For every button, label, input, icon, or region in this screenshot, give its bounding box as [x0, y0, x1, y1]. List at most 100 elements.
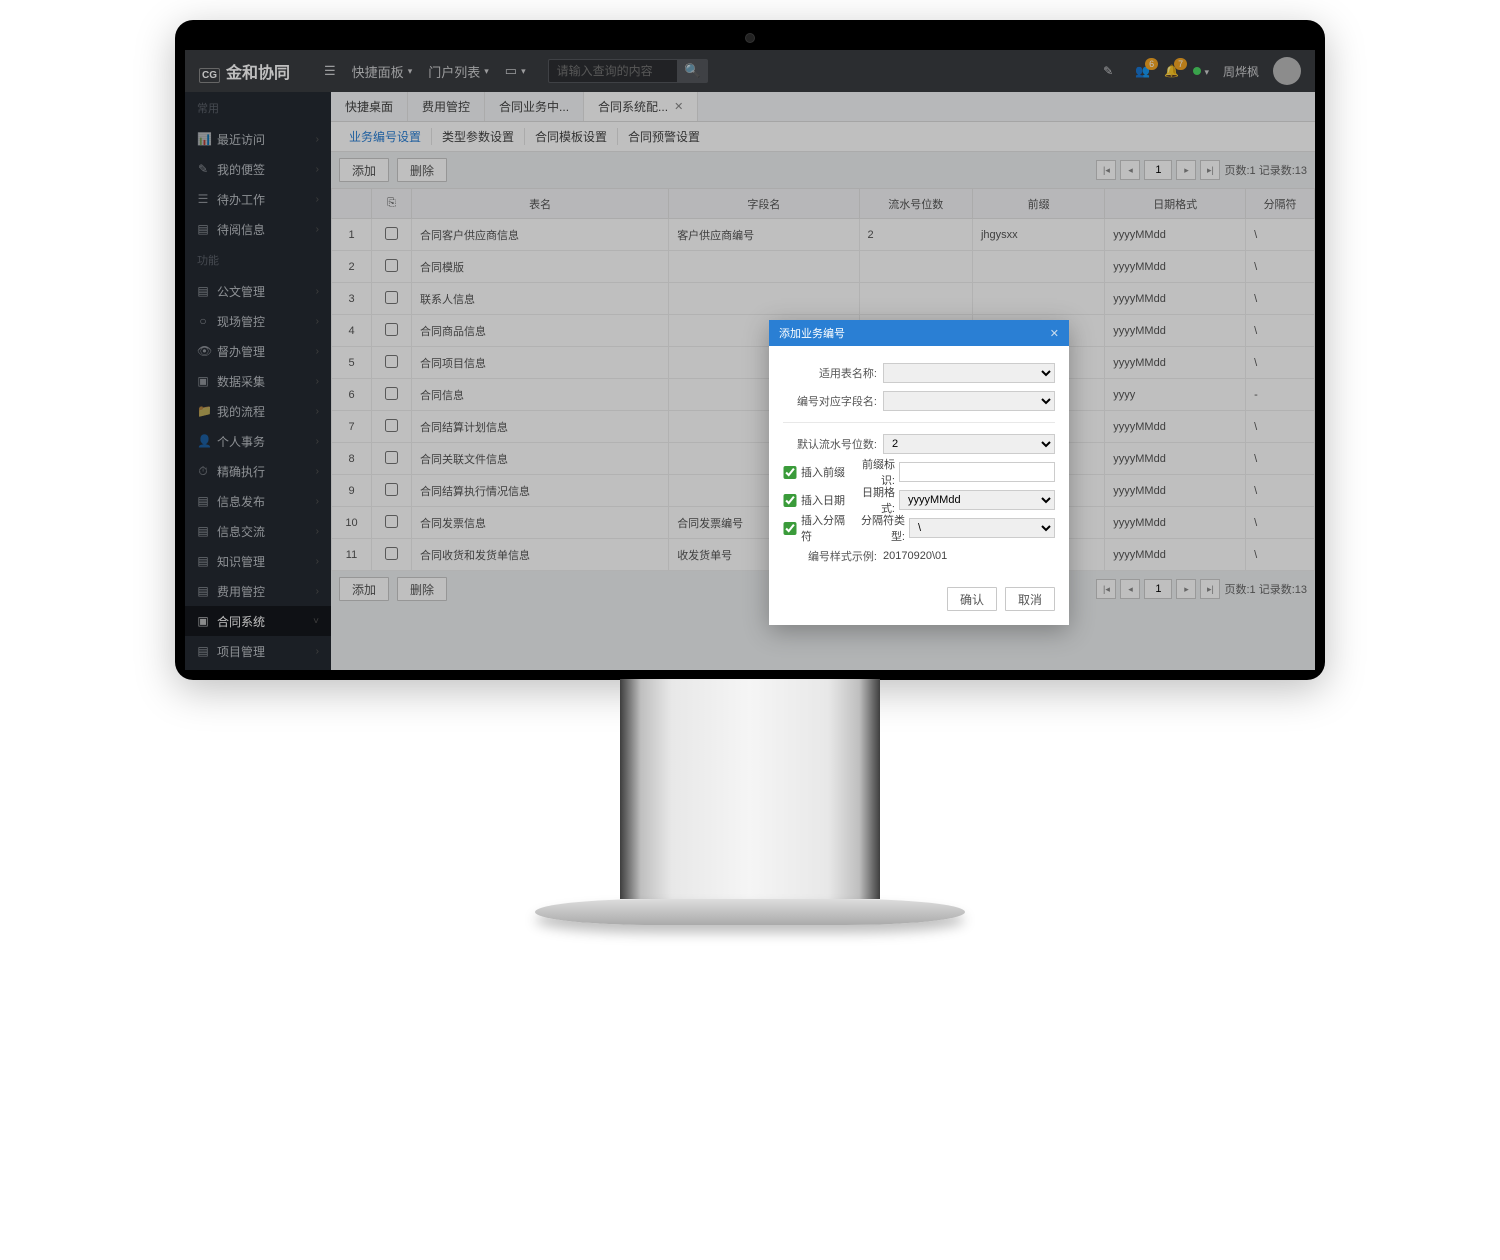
- sidebar-item-费用管控[interactable]: ▤费用管控›: [185, 576, 331, 606]
- table-row: 1 合同客户供应商信息 客户供应商编号 2 jhgysxx yyyyMMdd \: [332, 219, 1315, 251]
- search-button[interactable]: 🔍: [678, 59, 708, 83]
- sidebar-item-最近访问[interactable]: 📊最近访问›: [185, 124, 331, 154]
- cell-separator: \: [1246, 411, 1315, 443]
- quick-panel-menu[interactable]: 快捷面板▾: [352, 62, 413, 81]
- tab-快捷桌面[interactable]: 快捷桌面: [331, 92, 408, 121]
- page-next-b[interactable]: ▸: [1176, 579, 1196, 599]
- status-indicator[interactable]: ▾: [1193, 64, 1209, 78]
- page-next[interactable]: ▸: [1176, 160, 1196, 180]
- dialog-ok-button[interactable]: 确认: [947, 587, 997, 611]
- field-name-select[interactable]: [883, 391, 1055, 411]
- sidebar-item-合同系统[interactable]: ▣合同系统˅: [185, 606, 331, 636]
- subtab-业务编号设置[interactable]: 业务编号设置: [339, 128, 432, 145]
- row-checkbox[interactable]: [385, 323, 398, 336]
- row-checkbox[interactable]: [385, 483, 398, 496]
- close-icon[interactable]: ✕: [674, 100, 683, 113]
- top-tabs: 快捷桌面费用管控合同业务中... 合同系统配...✕: [331, 92, 1315, 122]
- cell-separator: \: [1246, 347, 1315, 379]
- separator-select[interactable]: \: [909, 518, 1055, 538]
- menu-toggle-icon[interactable]: ☰: [324, 63, 336, 79]
- avatar[interactable]: [1273, 57, 1301, 85]
- page-last-b[interactable]: ▸|: [1200, 579, 1220, 599]
- cell-separator: \: [1246, 315, 1315, 347]
- digits-select[interactable]: 2: [883, 434, 1055, 454]
- sidebar-item-label: 公文管理: [217, 283, 265, 300]
- dialog-cancel-button[interactable]: 取消: [1005, 587, 1055, 611]
- contacts-icon[interactable]: 👥6: [1135, 64, 1150, 78]
- cell-separator: \: [1246, 475, 1315, 507]
- row-checkbox[interactable]: [385, 355, 398, 368]
- subtab-合同预警设置[interactable]: 合同预警设置: [618, 128, 710, 145]
- username-label[interactable]: 周烨枫: [1223, 63, 1259, 80]
- row-checkbox[interactable]: [385, 547, 398, 560]
- insert-prefix-checkbox[interactable]: [783, 466, 797, 479]
- sidebar-item-信息发布[interactable]: ▤信息发布›: [185, 486, 331, 516]
- sidebar-item-label: 信息发布: [217, 493, 265, 510]
- cell-separator: \: [1246, 219, 1315, 251]
- sidebar-item-知识管理[interactable]: ▤知识管理›: [185, 546, 331, 576]
- sidebar-item-项目管理[interactable]: ▤项目管理›: [185, 636, 331, 666]
- tab-合同业务中...[interactable]: 合同业务中...: [485, 92, 584, 121]
- sidebar-item-公文管理[interactable]: ▤公文管理›: [185, 276, 331, 306]
- insert-separator-checkbox[interactable]: [783, 522, 797, 535]
- delete-button-bottom[interactable]: 删除: [397, 577, 447, 601]
- page-first[interactable]: |◂: [1096, 160, 1116, 180]
- row-checkbox[interactable]: [385, 451, 398, 464]
- notifications-icon[interactable]: 🔔7: [1164, 64, 1179, 78]
- prefix-input[interactable]: [899, 462, 1055, 482]
- row-checkbox[interactable]: [385, 387, 398, 400]
- sidebar-item-精确执行[interactable]: ⏱精确执行›: [185, 456, 331, 486]
- tab-label: 合同业务中...: [499, 98, 569, 115]
- delete-button[interactable]: 删除: [397, 158, 447, 182]
- search-input[interactable]: [548, 59, 678, 83]
- subtab-类型参数设置[interactable]: 类型参数设置: [432, 128, 525, 145]
- tab-label: 快捷桌面: [345, 98, 393, 115]
- display-menu[interactable]: ▭▾: [505, 63, 526, 79]
- cell-digits: [859, 251, 972, 283]
- sidebar-item-信息交流[interactable]: ▤信息交流›: [185, 516, 331, 546]
- sidebar-item-我的便签[interactable]: ✎我的便签›: [185, 154, 331, 184]
- sidebar-item-label: 待办工作: [217, 191, 265, 208]
- row-checkbox[interactable]: [385, 227, 398, 240]
- page-prev-b[interactable]: ◂: [1120, 579, 1140, 599]
- sidebar-item-label: 项目管理: [217, 643, 265, 660]
- cell-name: 合同商品信息: [412, 315, 669, 347]
- table-name-select[interactable]: [883, 363, 1055, 383]
- date-format-select[interactable]: yyyyMMdd: [899, 490, 1055, 510]
- row-checkbox[interactable]: [385, 259, 398, 272]
- sidebar-item-个人事务[interactable]: 👤个人事务›: [185, 426, 331, 456]
- sidebar-item-label: 最近访问: [217, 131, 265, 148]
- sidebar-item-现场管控[interactable]: ○现场管控›: [185, 306, 331, 336]
- sidebar-item-我的流程[interactable]: 📁我的流程›: [185, 396, 331, 426]
- sidebar-item-督办管理[interactable]: 👁督办管理›: [185, 336, 331, 366]
- row-checkbox[interactable]: [385, 419, 398, 432]
- page-prev[interactable]: ◂: [1120, 160, 1140, 180]
- subtab-合同模板设置[interactable]: 合同模板设置: [525, 128, 618, 145]
- sidebar-item-数据采集[interactable]: ▣数据采集›: [185, 366, 331, 396]
- page-info: 页数:1 记录数:13: [1224, 162, 1307, 178]
- separator-label: 分隔符类型:: [849, 512, 909, 544]
- add-button-bottom[interactable]: 添加: [339, 577, 389, 601]
- page-input[interactable]: [1144, 160, 1172, 180]
- page-first-b[interactable]: |◂: [1096, 579, 1116, 599]
- sidebar-item-label: 合同系统: [217, 613, 265, 630]
- row-checkbox[interactable]: [385, 291, 398, 304]
- cell-field: [669, 283, 859, 315]
- sidebar-item-待阅信息[interactable]: ▤待阅信息›: [185, 214, 331, 244]
- tab-费用管控[interactable]: 费用管控: [408, 92, 485, 121]
- portal-list-menu[interactable]: 门户列表▾: [428, 62, 489, 81]
- copy-icon: ⎘: [387, 197, 396, 209]
- example-label: 编号样式示例:: [783, 548, 883, 564]
- add-button[interactable]: 添加: [339, 158, 389, 182]
- edit-icon[interactable]: ✎: [1103, 64, 1113, 78]
- page-input-b[interactable]: [1144, 579, 1172, 599]
- insert-sep-cb-label: 插入分隔符: [801, 512, 849, 544]
- insert-date-cb-label: 插入日期: [801, 492, 849, 508]
- tab-合同系统配...[interactable]: 合同系统配...✕: [584, 92, 698, 121]
- sidebar-item-待办工作[interactable]: ☰待办工作›: [185, 184, 331, 214]
- insert-date-checkbox[interactable]: [783, 494, 797, 507]
- row-number: 11: [332, 539, 372, 571]
- page-last[interactable]: ▸|: [1200, 160, 1220, 180]
- row-checkbox[interactable]: [385, 515, 398, 528]
- dialog-close-icon[interactable]: ✕: [1050, 327, 1059, 340]
